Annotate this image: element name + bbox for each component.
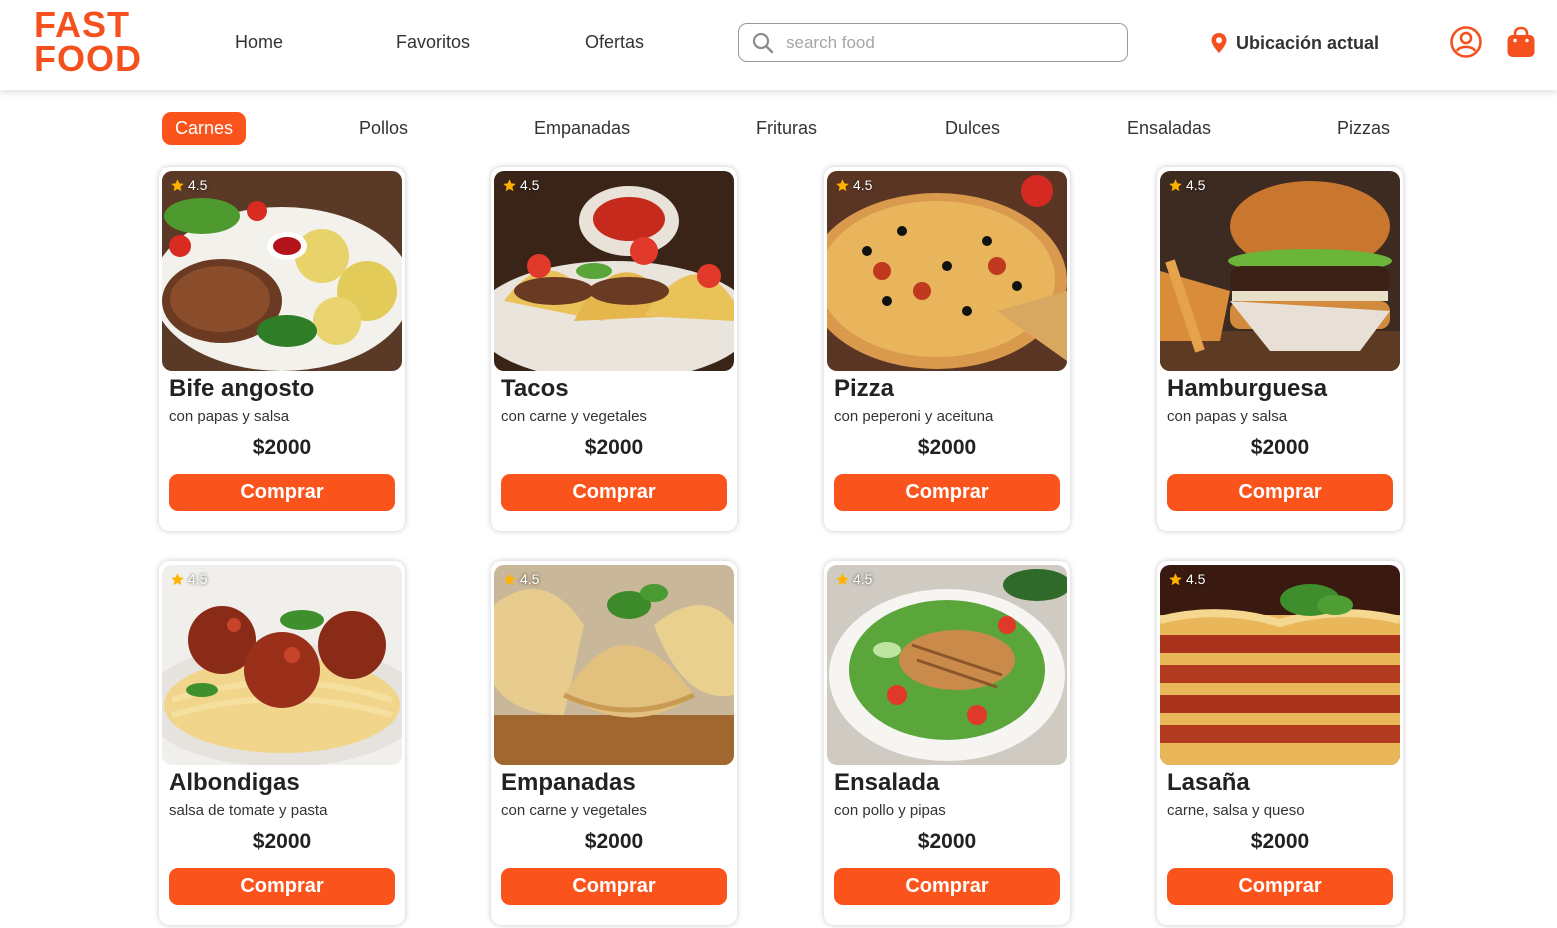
product-card: 4.5 Pizza con peperoni y aceituna $2000 …	[824, 167, 1070, 531]
product-image-burger[interactable]	[1160, 171, 1400, 371]
buy-button[interactable]: Comprar	[1167, 868, 1393, 905]
rating-value: 4.5	[188, 571, 208, 587]
product-description: carne, salsa y queso	[1167, 802, 1305, 819]
buy-button[interactable]: Comprar	[169, 868, 395, 905]
product-price: $2000	[584, 436, 644, 459]
product-description: con pollo y pipas	[834, 802, 946, 819]
star-icon	[503, 178, 516, 191]
nav-ofertas[interactable]: Ofertas	[585, 32, 644, 53]
buy-button[interactable]: Comprar	[169, 474, 395, 511]
rating: 4.5	[170, 571, 207, 587]
product-image-tacos[interactable]	[494, 171, 734, 371]
nav-home[interactable]: Home	[235, 32, 283, 53]
location-selector[interactable]: Ubicación actual	[1210, 30, 1379, 56]
brand-line-2: FOOD	[34, 38, 142, 79]
product-price: $2000	[584, 830, 644, 853]
buy-button[interactable]: Comprar	[1167, 474, 1393, 511]
product-title: Bife angosto	[169, 375, 315, 402]
product-image-meatballs[interactable]	[162, 565, 402, 765]
rating: 4.5	[1168, 571, 1205, 587]
search-icon	[752, 32, 774, 54]
product-title: Empanadas	[501, 769, 636, 796]
star-icon	[1169, 178, 1182, 191]
map-pin-icon	[1211, 33, 1227, 53]
buy-button[interactable]: Comprar	[501, 868, 727, 905]
brand-line-1: FAST	[34, 4, 131, 45]
star-icon	[836, 178, 849, 191]
star-icon	[836, 572, 849, 585]
product-description: con carne y vegetales	[501, 802, 647, 819]
product-card: 4.5 Albondigas salsa de tomate y pasta $…	[159, 561, 405, 925]
category-dulces[interactable]: Dulces	[945, 112, 1000, 145]
location-label: Ubicación actual	[1236, 32, 1380, 53]
rating: 4.5	[502, 177, 539, 193]
star-icon	[171, 572, 184, 585]
buy-button[interactable]: Comprar	[834, 868, 1060, 905]
rating-value: 4.5	[853, 571, 873, 587]
product-title: Ensalada	[834, 769, 940, 796]
category-pollos[interactable]: Pollos	[359, 112, 408, 145]
product-title: Lasaña	[1167, 769, 1250, 796]
product-price: $2000	[252, 830, 312, 853]
product-description: con papas y salsa	[1167, 408, 1288, 425]
rating: 4.5	[502, 571, 539, 587]
buy-button[interactable]: Comprar	[501, 474, 727, 511]
rating-value: 4.5	[520, 177, 540, 193]
product-description: con carne y vegetales	[501, 408, 647, 425]
star-icon	[503, 572, 516, 585]
product-price: $2000	[917, 436, 977, 459]
category-frituras[interactable]: Frituras	[756, 112, 817, 145]
rating-value: 4.5	[1186, 571, 1206, 587]
product-description: con peperoni y aceituna	[834, 408, 994, 425]
search-input[interactable]	[786, 32, 1106, 54]
shopping-bag-icon[interactable]	[1504, 25, 1538, 59]
product-description: con papas y salsa	[169, 408, 290, 425]
rating-value: 4.5	[520, 571, 540, 587]
product-price: $2000	[1250, 436, 1310, 459]
category-empanadas[interactable]: Empanadas	[534, 112, 630, 145]
rating-value: 4.5	[188, 177, 208, 193]
rating-value: 4.5	[853, 177, 873, 193]
nav-favoritos[interactable]: Favoritos	[396, 32, 470, 53]
product-card: 4.5 Lasaña carne, salsa y queso $2000 Co…	[1157, 561, 1403, 925]
product-card: 4.5 Ensalada con pollo y pipas $2000 Com…	[824, 561, 1070, 925]
product-title: Hamburguesa	[1167, 375, 1328, 402]
top-header: FAST FOOD Home Favoritos Ofertas Ubicaci…	[0, 0, 1557, 90]
product-image-steak[interactable]	[162, 171, 402, 371]
product-description: salsa de tomate y pasta	[169, 802, 328, 819]
product-card: 4.5 Empanadas con carne y vegetales $200…	[491, 561, 737, 925]
star-icon	[1169, 572, 1182, 585]
buy-button[interactable]: Comprar	[834, 474, 1060, 511]
product-image-salad[interactable]	[827, 565, 1067, 765]
product-card: 4.5 Hamburguesa con papas y salsa $2000 …	[1157, 167, 1403, 531]
rating: 4.5	[170, 177, 207, 193]
rating: 4.5	[835, 571, 872, 587]
product-title: Albondigas	[169, 769, 300, 796]
category-carnes[interactable]: Carnes	[162, 112, 247, 145]
product-title: Tacos	[501, 375, 569, 402]
product-image-lasagna[interactable]	[1160, 565, 1400, 765]
product-image-empanadas[interactable]	[494, 565, 734, 765]
star-icon	[171, 178, 184, 191]
search-box[interactable]	[738, 23, 1128, 62]
rating: 4.5	[835, 177, 872, 193]
product-title: Pizza	[834, 375, 895, 402]
rating-value: 4.5	[1186, 177, 1206, 193]
product-price: $2000	[252, 436, 312, 459]
rating: 4.5	[1168, 177, 1205, 193]
product-price: $2000	[1250, 830, 1310, 853]
product-price: $2000	[917, 830, 977, 853]
product-card: 4.5 Bife angosto con papas y salsa $2000…	[159, 167, 405, 531]
user-circle-icon[interactable]	[1449, 25, 1483, 59]
product-image-pizza[interactable]	[827, 171, 1067, 371]
product-card: 4.5 Tacos con carne y vegetales $2000 Co…	[491, 167, 737, 531]
category-pizzas[interactable]: Pizzas	[1337, 112, 1390, 145]
category-ensaladas[interactable]: Ensaladas	[1127, 112, 1211, 145]
brand-logo[interactable]: FAST FOOD	[34, 4, 146, 79]
